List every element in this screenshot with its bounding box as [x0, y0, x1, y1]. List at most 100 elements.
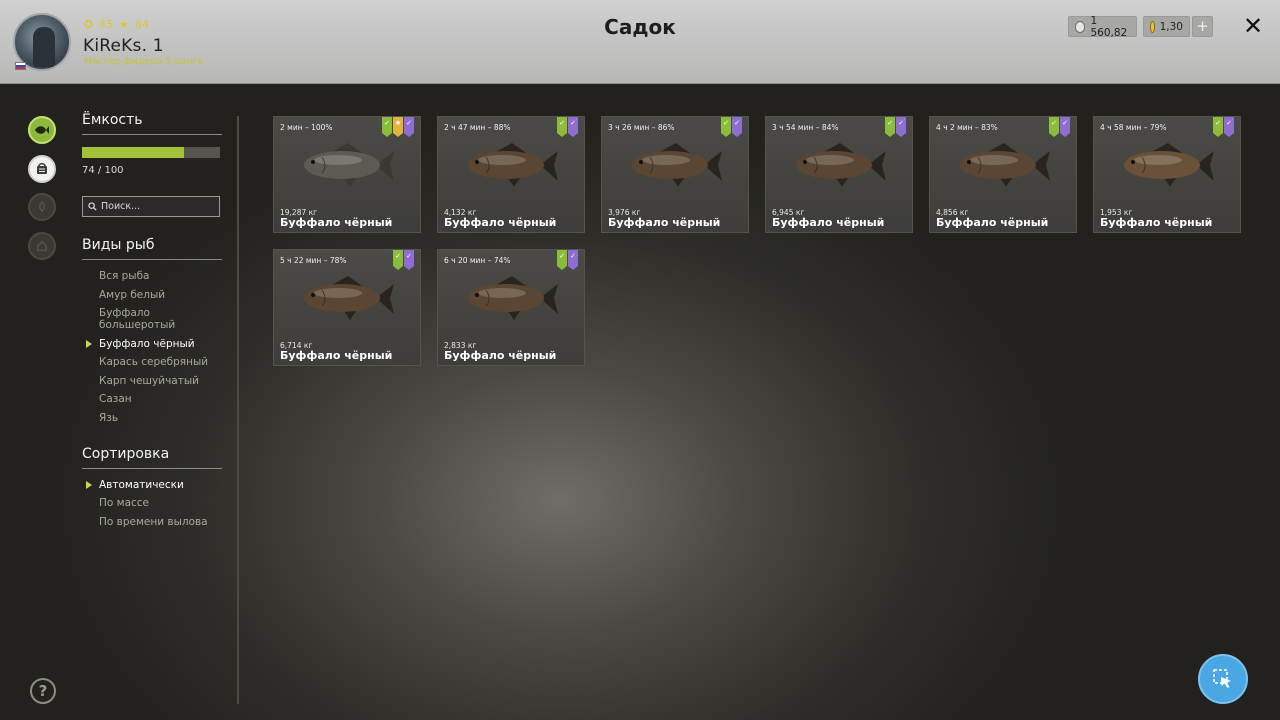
silver-balance[interactable]: 1 560,82: [1068, 14, 1137, 39]
silver-amount: 1 560,82: [1090, 14, 1128, 39]
search-icon: [88, 202, 97, 211]
fish-card[interactable]: 3 ч 54 мин – 84% ✓ ✓ 6,945 кг Буффало чёрный: [765, 116, 913, 233]
fish-badges: ✓ ✓: [721, 117, 742, 137]
fish-badges: ✓ ✓: [885, 117, 906, 137]
species-item[interactable]: Вся рыба: [82, 270, 222, 282]
violet-ribbon-icon: ✓: [404, 250, 414, 270]
russia-flag-icon: [15, 62, 26, 70]
fish-card[interactable]: 2 ч 47 мин – 88% ✓ ✓ 4,132 кг Буффало чёрный: [437, 116, 585, 233]
violet-ribbon-icon: ✓: [1224, 117, 1234, 137]
catch-time: 5 ч 22 мин – 78%: [280, 256, 347, 265]
fish-image: [468, 276, 558, 320]
species-item[interactable]: Карп чешуйчатый: [82, 375, 222, 387]
species-item[interactable]: Буффало большеротый: [82, 307, 222, 331]
fish-badges: ✓ ✓: [1213, 117, 1234, 137]
green-ribbon-icon: ✓: [557, 117, 567, 137]
fish-image: [796, 143, 886, 187]
top-bar: ✪ 45 ★ 84 KiReKs. 1 Мастер фидера 5 ранг…: [0, 0, 1280, 84]
cursor-mode-button[interactable]: [1198, 654, 1248, 704]
add-currency-button[interactable]: +: [1192, 16, 1213, 37]
catch-time: 3 ч 54 мин – 84%: [772, 123, 839, 132]
fish-name: Буффало чёрный: [936, 216, 1049, 229]
violet-ribbon-icon: ✓: [404, 117, 414, 137]
green-ribbon-icon: ✓: [885, 117, 895, 137]
fish-card[interactable]: 2 мин – 100% ✓ ★ ✓ 19,287 кг Буффало чёрный: [273, 116, 421, 233]
sort-list: Автоматически По массе По времени вылова: [82, 479, 222, 528]
sort-item[interactable]: По массе: [82, 497, 222, 509]
catch-time: 3 ч 26 мин – 86%: [608, 123, 675, 132]
fish-name: Буффало чёрный: [772, 216, 885, 229]
home-icon[interactable]: [28, 232, 56, 260]
fish-badges: ✓ ✓: [1049, 117, 1070, 137]
campfire-icon[interactable]: [28, 193, 56, 221]
species-title: Виды рыб: [82, 237, 222, 260]
violet-ribbon-icon: ✓: [1060, 117, 1070, 137]
green-ribbon-icon: ✓: [557, 250, 567, 270]
fish-image: [960, 143, 1050, 187]
green-ribbon-icon: ✓: [393, 250, 403, 270]
sidebar: Ёмкость 74 / 100 Виды рыб Вся рыба Амур б…: [82, 112, 222, 534]
capacity-fill: [82, 147, 185, 158]
fish-card[interactable]: 6 ч 20 мин – 74% ✓ ✓ 2,833 кг Буффало чёрный: [437, 249, 585, 366]
fish-image: [304, 143, 394, 187]
fish-badges: ✓ ✓: [393, 250, 414, 270]
species-item[interactable]: Буффало чёрный: [82, 338, 222, 350]
fish-name: Буффало чёрный: [1100, 216, 1213, 229]
fish-card[interactable]: 5 ч 22 мин – 78% ✓ ✓ 6,714 кг Буффало чёрный: [273, 249, 421, 366]
green-ribbon-icon: ✓: [1213, 117, 1223, 137]
capacity-text: 74 / 100: [82, 165, 124, 176]
catch-time: 2 ч 47 мин – 88%: [444, 123, 511, 132]
gold-ribbon-icon: ★: [393, 117, 403, 137]
fish-image: [1124, 143, 1214, 187]
fish-badges: ✓ ★ ✓: [382, 117, 414, 137]
fish-card[interactable]: 4 ч 2 мин – 83% ✓ ✓ 4,856 кг Буффало чёрный: [929, 116, 1077, 233]
search-input[interactable]: [101, 201, 211, 212]
violet-ribbon-icon: ✓: [568, 250, 578, 270]
fish-name: Буффало чёрный: [444, 216, 557, 229]
help-icon[interactable]: ?: [30, 678, 56, 704]
violet-ribbon-icon: ✓: [896, 117, 906, 137]
fish-card[interactable]: 4 ч 58 мин – 79% ✓ ✓ 1,953 кг Буффало чёрный: [1093, 116, 1241, 233]
fish-badges: ✓ ✓: [557, 250, 578, 270]
close-button[interactable]: ✕: [1240, 12, 1266, 40]
search-box[interactable]: [82, 196, 220, 217]
fish-image: [468, 143, 558, 187]
green-ribbon-icon: ✓: [1049, 117, 1059, 137]
sort-title: Сортировка: [82, 446, 222, 469]
fish-image: [632, 143, 722, 187]
sort-item[interactable]: По времени вылова: [82, 516, 222, 528]
keepnet-icon[interactable]: [28, 155, 56, 183]
sort-item[interactable]: Автоматически: [82, 479, 222, 491]
species-item[interactable]: Сазан: [82, 393, 222, 405]
fish-icon[interactable]: [28, 116, 56, 144]
green-ribbon-icon: ✓: [382, 117, 392, 137]
catch-time: 6 ч 20 мин – 74%: [444, 256, 511, 265]
sidebar-divider: [237, 116, 239, 704]
violet-ribbon-icon: ✓: [732, 117, 742, 137]
catch-time: 2 мин – 100%: [280, 123, 333, 132]
species-item[interactable]: Язь: [82, 412, 222, 424]
catch-time: 4 ч 58 мин – 79%: [1100, 123, 1167, 132]
fish-card[interactable]: 3 ч 26 мин – 86% ✓ ✓ 3,976 кг Буффало чёрный: [601, 116, 749, 233]
catch-time: 4 ч 2 мин – 83%: [936, 123, 998, 132]
species-item[interactable]: Амур белый: [82, 289, 222, 301]
fish-name: Буффало чёрный: [444, 349, 557, 362]
fish-badges: ✓ ✓: [557, 117, 578, 137]
fish-name: Буффало чёрный: [608, 216, 721, 229]
green-ribbon-icon: ✓: [721, 117, 731, 137]
violet-ribbon-icon: ✓: [568, 117, 578, 137]
gold-coin-icon: [1150, 20, 1155, 33]
fish-name: Буффало чёрный: [280, 216, 393, 229]
silver-coin-icon: [1075, 20, 1086, 33]
species-item[interactable]: Карась серебряный: [82, 356, 222, 368]
player-rank: Мастер фидера 5 ранга: [84, 56, 204, 67]
fish-image: [304, 276, 394, 320]
username: KiReKs. 1: [83, 36, 164, 56]
species-list: Вся рыба Амур белый Буффало большеротый Буф…: [82, 270, 222, 424]
cursor-icon: [1213, 669, 1231, 688]
capacity-title: Ёмкость: [82, 112, 222, 135]
gold-amount: 1,30: [1159, 20, 1183, 33]
capacity-bar: [82, 147, 220, 158]
gold-balance[interactable]: 1,30: [1143, 16, 1190, 37]
fish-name: Буффало чёрный: [280, 349, 393, 362]
